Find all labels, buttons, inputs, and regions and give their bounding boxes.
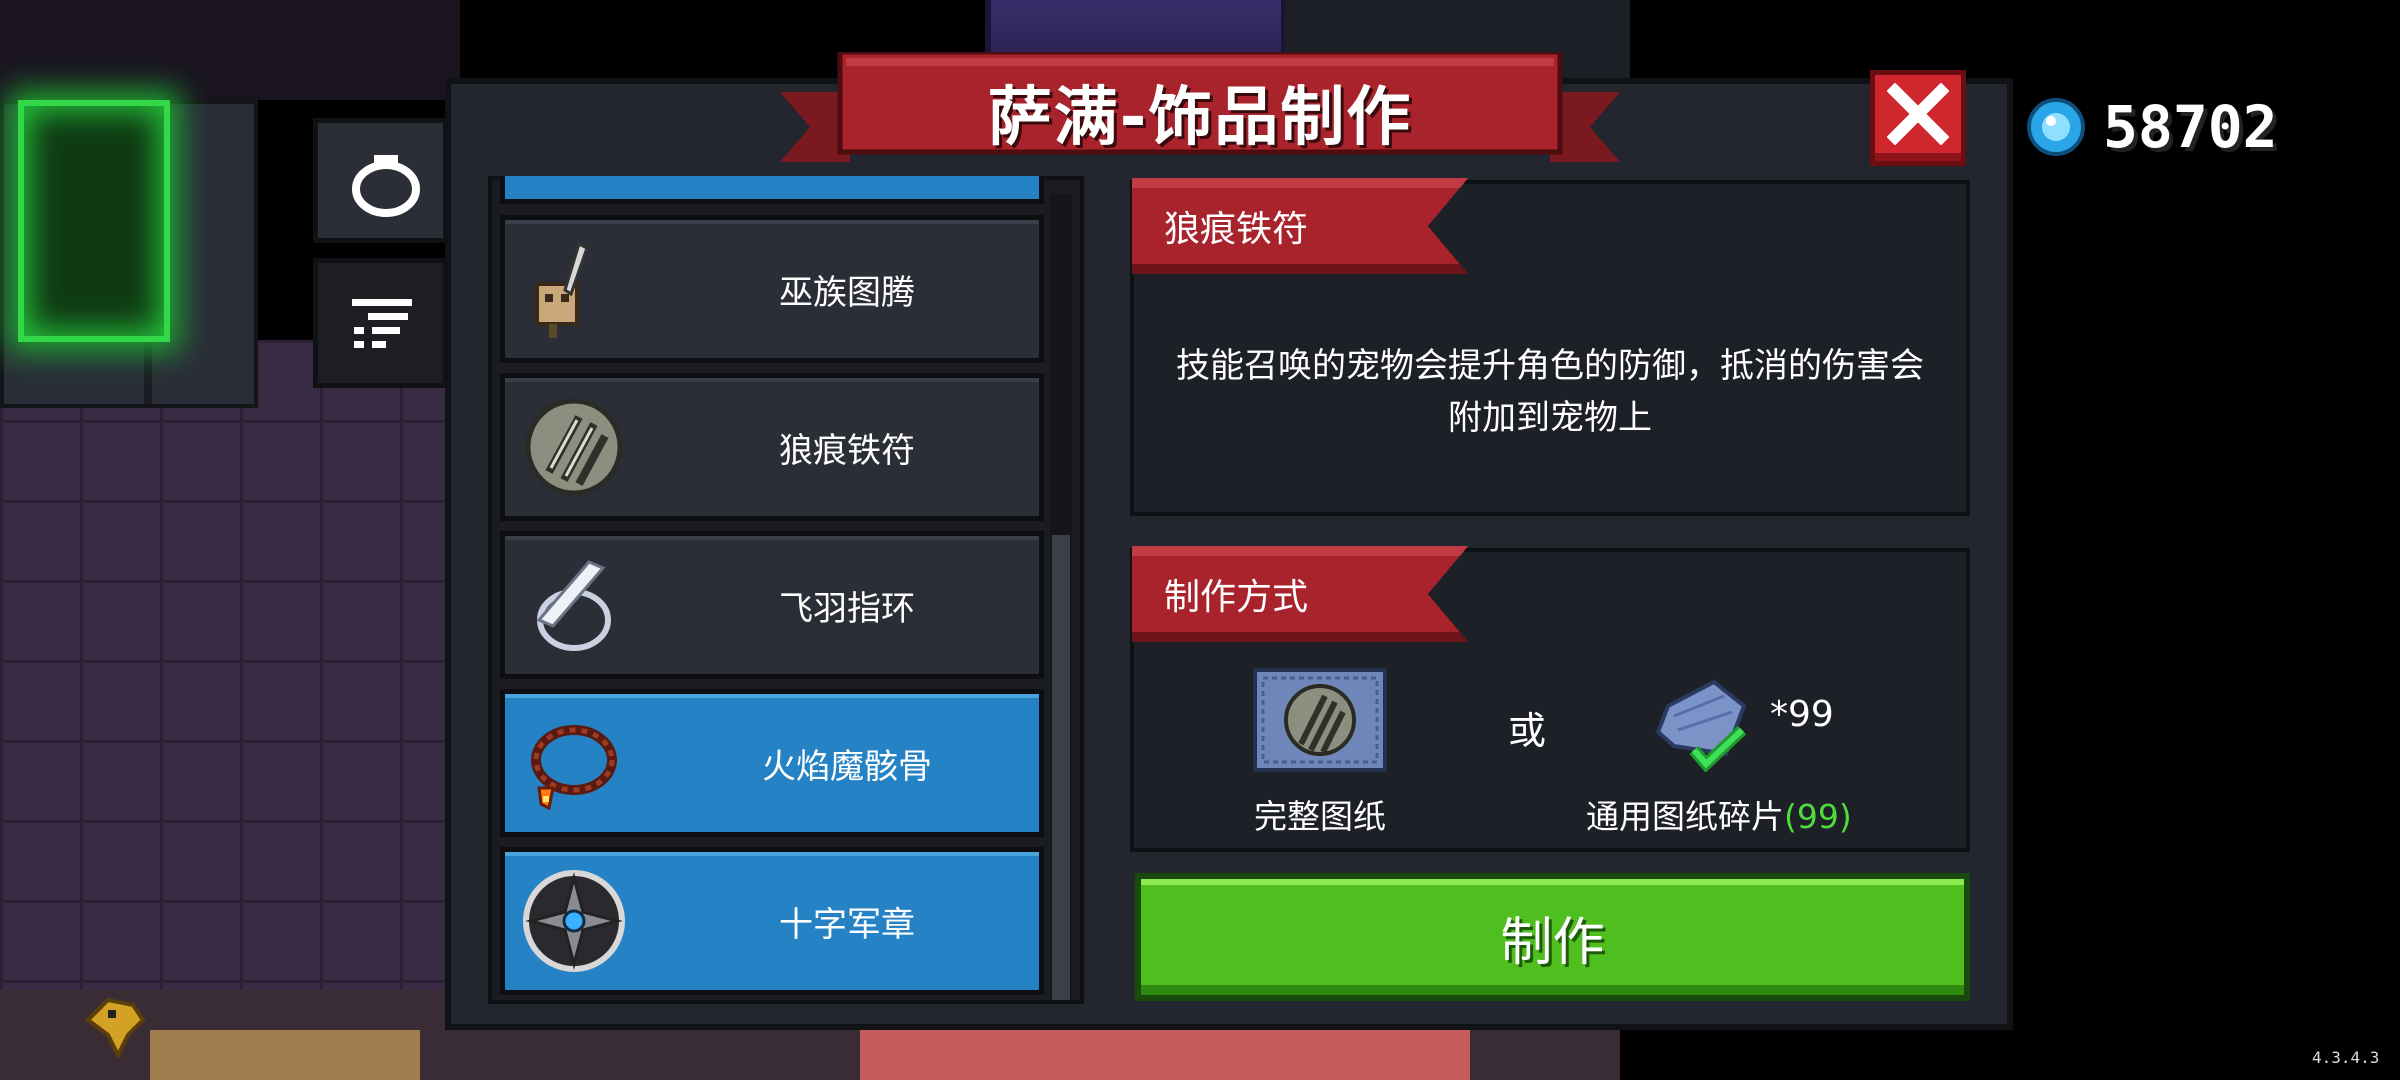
- crafting-method-ribbon: 制作方式: [1132, 546, 1468, 642]
- tab-accessories[interactable]: [313, 118, 448, 243]
- list-item[interactable]: 巫族图腾: [500, 215, 1044, 363]
- totem-icon: [535, 241, 589, 338]
- or-separator: 或: [1508, 709, 1547, 753]
- blueprint-label: 完整图纸: [1254, 797, 1386, 836]
- fire-bead-necklace-icon: [531, 725, 617, 811]
- floor-rug: [150, 1030, 420, 1080]
- item-name: 飞羽指环: [779, 588, 915, 629]
- list-item[interactable]: 狼痕铁符: [500, 373, 1044, 521]
- list-item[interactable]: 火焰魔骸骨: [500, 689, 1044, 837]
- blueprint-icon[interactable]: [1253, 668, 1387, 772]
- title-banner: 萨满-饰品制作: [780, 52, 1620, 172]
- feather-ring-icon: [536, 560, 611, 651]
- dungeon-wall: [0, 0, 460, 100]
- claw-shield-icon: [525, 398, 623, 496]
- list-item[interactable]: 飞羽指环: [500, 531, 1044, 679]
- yellow-bird-icon: [84, 997, 146, 1060]
- version-label: 4.3.4.3: [2312, 1048, 2380, 1067]
- fragment-required-count: *99: [1770, 694, 1834, 735]
- close-icon: [1887, 83, 1949, 145]
- fragment-owned-count: (99): [1784, 797, 1852, 836]
- recipe-list-icon: [352, 299, 412, 348]
- ring-icon: [352, 155, 420, 217]
- crafting-method-header: 制作方式: [1164, 577, 1309, 618]
- red-carpet: [860, 1025, 1470, 1080]
- close-button[interactable]: [1870, 70, 1966, 166]
- selected-item-name: 狼痕铁符: [1164, 209, 1309, 250]
- list-scrollbar-thumb[interactable]: [1052, 535, 1070, 1000]
- craft-button[interactable]: 制作: [1135, 873, 1970, 1001]
- fragment-label-text: 通用图纸碎片: [1586, 797, 1784, 836]
- description-line: 附加到宠物上: [1448, 398, 1652, 438]
- crusader-medal-icon: [523, 870, 625, 972]
- green-portal: [18, 100, 170, 342]
- fragment-label: 通用图纸碎片(99): [1586, 790, 1852, 838]
- description-line: 技能召唤的宠物会提升角色的防御，抵消的伤害会: [1176, 346, 1924, 386]
- item-name-ribbon: 狼痕铁符: [1132, 178, 1468, 274]
- dungeon-floor: [0, 340, 460, 1040]
- tab-recipes[interactable]: [313, 258, 448, 388]
- blueprint-fragment-icon[interactable]: [1654, 676, 1750, 772]
- item-description: 技能召唤的宠物会提升角色的防御，抵消的伤害会 附加到宠物上: [1150, 340, 1950, 444]
- currency-display: 58702: [2025, 93, 2278, 161]
- item-name: 狼痕铁符: [779, 430, 915, 471]
- item-name: 巫族图腾: [779, 272, 915, 313]
- currency-amount: 58702: [2103, 93, 2278, 161]
- list-item-partial[interactable]: [500, 176, 1044, 204]
- item-name: 火焰魔骸骨: [762, 746, 932, 787]
- gem-icon: [2027, 98, 2085, 156]
- craft-button-label: 制作: [1500, 912, 1605, 973]
- page-title: 萨满-饰品制作: [987, 81, 1413, 155]
- list-item[interactable]: 十字军章: [500, 847, 1044, 995]
- item-name: 十字军章: [779, 904, 915, 945]
